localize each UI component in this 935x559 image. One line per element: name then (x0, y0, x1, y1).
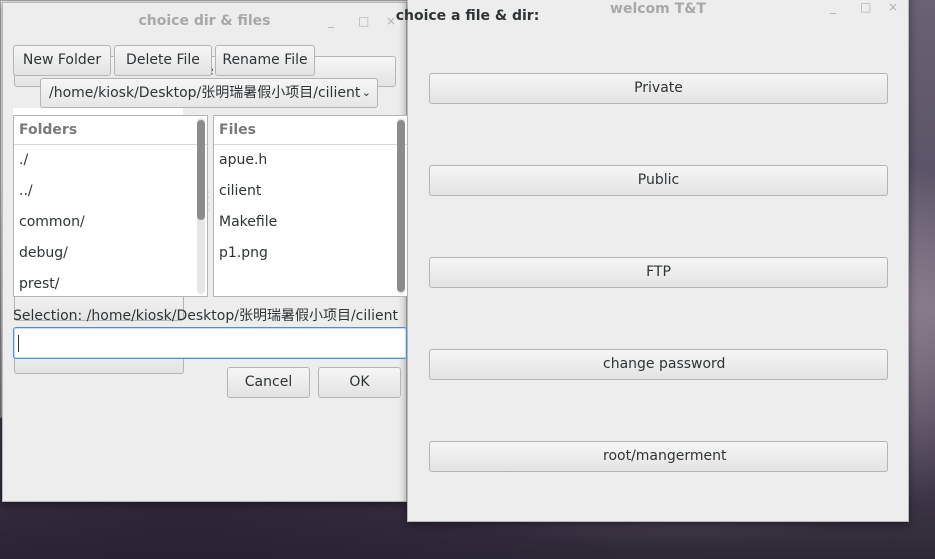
folder-item[interactable]: ./ (14, 145, 207, 176)
selection-input[interactable] (13, 327, 407, 359)
pane-resize-handle[interactable]: · · · · (207, 189, 210, 215)
delete-file-button[interactable]: Delete File (114, 45, 212, 76)
path-dropdown[interactable]: /home/kiosk/Desktop/张明瑞暑假小项目/cilient ⌄ (40, 78, 378, 108)
change-password-button[interactable]: change password (429, 349, 888, 380)
files-list[interactable]: Files apue.h cilient Makefile p1.png (213, 115, 408, 297)
dialog-title: choice a file & dir: (395, 8, 540, 24)
file-item[interactable]: apue.h (214, 145, 407, 176)
file-item[interactable]: cilient (214, 176, 407, 207)
folder-item[interactable]: common/ (14, 207, 207, 238)
files-header[interactable]: Files (214, 116, 407, 145)
file-item[interactable]: Makefile (214, 207, 407, 238)
folder-item[interactable]: prest/ (14, 269, 207, 296)
path-dropdown-value: /home/kiosk/Desktop/张明瑞暑假小项目/cilient (49, 85, 361, 101)
folders-header[interactable]: Folders (14, 116, 207, 145)
public-button[interactable]: Public (429, 165, 888, 196)
text-caret (18, 335, 19, 352)
chevron-down-icon: ⌄ (361, 86, 371, 99)
file-item[interactable]: p1.png (214, 238, 407, 269)
folders-scrollbar[interactable] (197, 118, 205, 294)
folder-item[interactable]: ../ (14, 176, 207, 207)
window-welcom: welcom T&T _ □ × Private Public FTP chan… (407, 0, 909, 522)
root-mangerment-button[interactable]: root/mangerment (429, 441, 888, 472)
ok-button[interactable]: OK (318, 367, 401, 398)
ftp-button[interactable]: FTP (429, 257, 888, 288)
folders-list[interactable]: Folders ./ ../ common/ debug/ prest/ (13, 115, 208, 297)
cancel-button[interactable]: Cancel (227, 367, 310, 398)
root-mangerment-label: root/mangerment (603, 448, 727, 464)
selection-label: Selection: /home/kiosk/Desktop/张明瑞暑假小项目/… (13, 308, 398, 324)
files-scrollbar[interactable] (397, 118, 405, 294)
folders-scrollbar-thumb[interactable] (197, 120, 205, 220)
change-password-label: change password (603, 356, 726, 372)
private-button[interactable]: Private (429, 73, 888, 104)
new-folder-button[interactable]: New Folder (13, 45, 111, 76)
rename-file-button[interactable]: Rename File (215, 45, 315, 76)
folder-item[interactable]: debug/ (14, 238, 207, 269)
files-scrollbar-thumb[interactable] (397, 120, 405, 292)
